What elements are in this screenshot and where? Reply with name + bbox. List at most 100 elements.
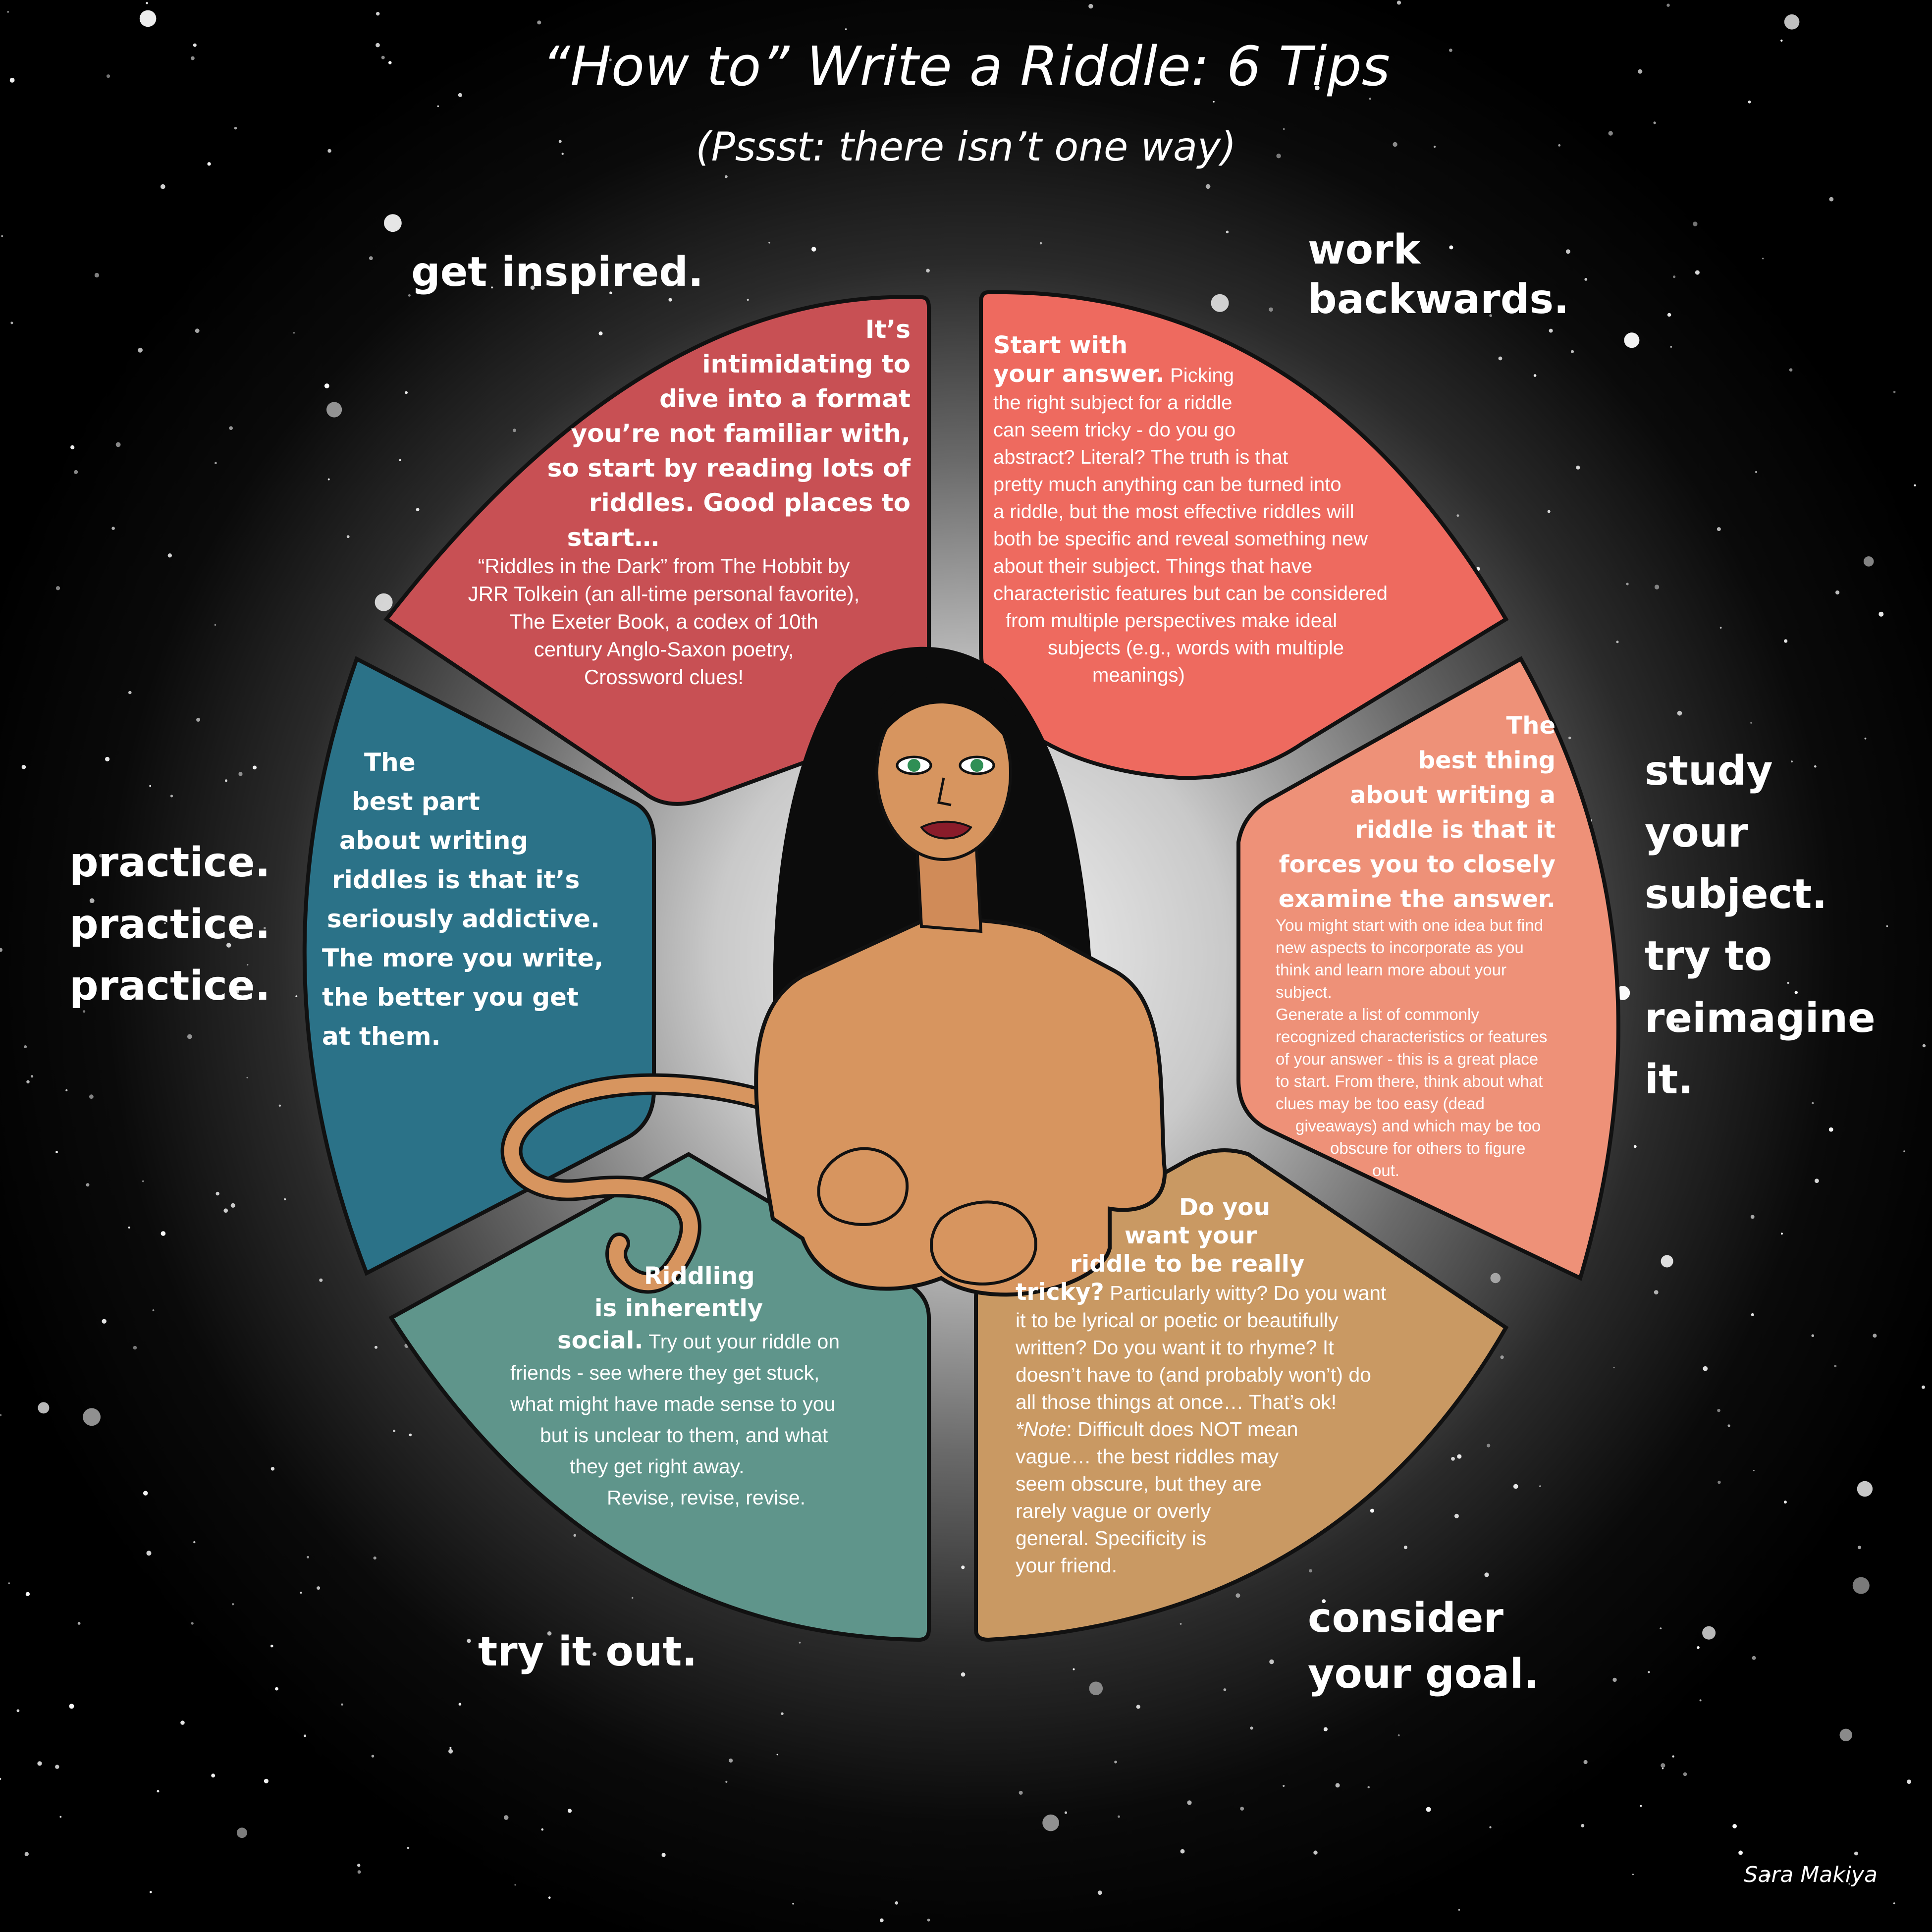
star-icon (1187, 1800, 1192, 1805)
star-icon (1886, 925, 1888, 927)
star-icon (1727, 1424, 1730, 1427)
star-icon (70, 445, 75, 450)
star-icon (25, 1592, 30, 1596)
heading-line: work (1308, 226, 1421, 273)
star-icon (1750, 1215, 1755, 1219)
star-icon (879, 1918, 884, 1923)
star-icon (1784, 639, 1788, 643)
star-icon (94, 272, 99, 278)
heading-study-subject: study your subject. try to reimagine it. (1645, 741, 1876, 1111)
star-icon (7, 11, 9, 13)
star-icon (214, 624, 216, 626)
star-icon (1547, 510, 1551, 513)
text-rest: Particularly witty? Do you want (1104, 1282, 1387, 1304)
sphinx-right-iris-icon (970, 759, 983, 772)
star-icon (661, 1853, 666, 1857)
star-icon (1922, 1044, 1926, 1048)
star-icon (215, 1191, 219, 1196)
star-icon (187, 1034, 192, 1039)
text-line: The Exeter Book, a codex of 10th (509, 610, 818, 633)
star-icon (161, 1231, 166, 1236)
star-icon (1403, 1546, 1407, 1550)
text-line: Riddling (510, 1261, 840, 1293)
star-icon (149, 785, 151, 787)
star-icon (238, 772, 243, 776)
heading-line: reimagine (1645, 994, 1876, 1042)
text-line: you’re not familiar with, (571, 419, 911, 448)
star-icon (369, 256, 373, 261)
text-lead: your answer. (993, 360, 1165, 388)
star-icon (1873, 1334, 1877, 1338)
star-icon (230, 1203, 235, 1208)
star-icon (1180, 1623, 1182, 1625)
text-line: can seem tricky - do you go (993, 417, 1388, 444)
text-line: doesn’t have to (and probably won’t) do (1016, 1361, 1386, 1389)
star-icon (1893, 1902, 1895, 1905)
text-line: a riddle, but the most effective riddles… (993, 498, 1388, 526)
text-line: recognized characteristics or features (1276, 1027, 1548, 1046)
star-icon (59, 1816, 62, 1818)
star-icon (229, 426, 233, 430)
star-icon (143, 1491, 148, 1496)
text-line: riddles. Good places to (589, 488, 911, 517)
star-icon (300, 1592, 302, 1594)
text-rest: doesn’t have to (and probably won’t) do (1016, 1363, 1371, 1386)
star-icon (1661, 1763, 1665, 1768)
star-icon (1834, 1365, 1837, 1368)
star-icon (384, 214, 402, 232)
text-line: general. Specificity is (1016, 1525, 1386, 1552)
text-work-backwards: Start with your answer. Picking the right … (993, 332, 1388, 689)
star-icon (1829, 197, 1834, 202)
star-icon (1323, 1727, 1328, 1731)
star-icon (541, 1828, 544, 1831)
text-line: obscure for others to figure (1330, 1139, 1526, 1157)
text-line: written? Do you want it to rhyme? It (1016, 1334, 1386, 1361)
star-icon (1088, 3, 1093, 9)
text-lead: tricky? (1016, 1279, 1104, 1306)
star-icon (24, 1852, 29, 1856)
text-rest: the right subject for a riddle (993, 392, 1233, 414)
text-line: subject. (1276, 983, 1332, 1001)
star-icon (89, 1094, 94, 1099)
text-line: forces you to closely (1279, 851, 1556, 878)
star-icon (458, 1703, 462, 1706)
star-icon (371, 1755, 375, 1758)
text-rest: pretty much anything can be turned into (993, 474, 1342, 495)
star-icon (1223, 1688, 1227, 1691)
star-icon (1, 235, 3, 237)
star-icon (1633, 1145, 1637, 1148)
star-icon (1118, 1815, 1120, 1818)
star-icon (0, 948, 2, 952)
star-icon (1863, 556, 1874, 567)
star-icon (293, 332, 295, 334)
star-icon (1914, 484, 1916, 486)
star-icon (1513, 1484, 1518, 1489)
star-icon (1180, 1849, 1185, 1854)
star-icon (1699, 1699, 1702, 1702)
star-icon (1240, 1807, 1244, 1811)
star-icon (1738, 1850, 1743, 1855)
star-icon (146, 1, 148, 4)
text-line: meanings) (993, 662, 1388, 689)
text-line: but is unclear to them, and what (510, 1420, 840, 1451)
text-line: abstract? Literal? The truth is that (993, 444, 1388, 471)
text-line: Generate a list of commonly (1276, 1005, 1479, 1023)
star-icon (38, 1402, 50, 1414)
star-icon (573, 1534, 576, 1537)
star-icon (1654, 585, 1660, 590)
star-icon (1654, 1290, 1659, 1295)
text-rest: characteristic features but can be consi… (993, 583, 1388, 604)
star-icon (26, 1080, 30, 1084)
star-icon (811, 247, 816, 252)
text-rest: abstract? Literal? The truth is that (993, 446, 1288, 468)
text-line: from multiple perspectives make ideal (993, 607, 1388, 635)
star-icon (232, 1603, 234, 1606)
text-line: tricky? Particularly witty? Do you want (1016, 1279, 1386, 1307)
text-italic: *Note (1016, 1418, 1067, 1441)
star-icon (77, 1622, 81, 1625)
star-icon (167, 553, 172, 558)
star-icon (895, 1901, 899, 1905)
star-icon (799, 1641, 801, 1644)
star-icon (139, 10, 157, 27)
text-rest: what might have made sense to you (510, 1393, 836, 1415)
